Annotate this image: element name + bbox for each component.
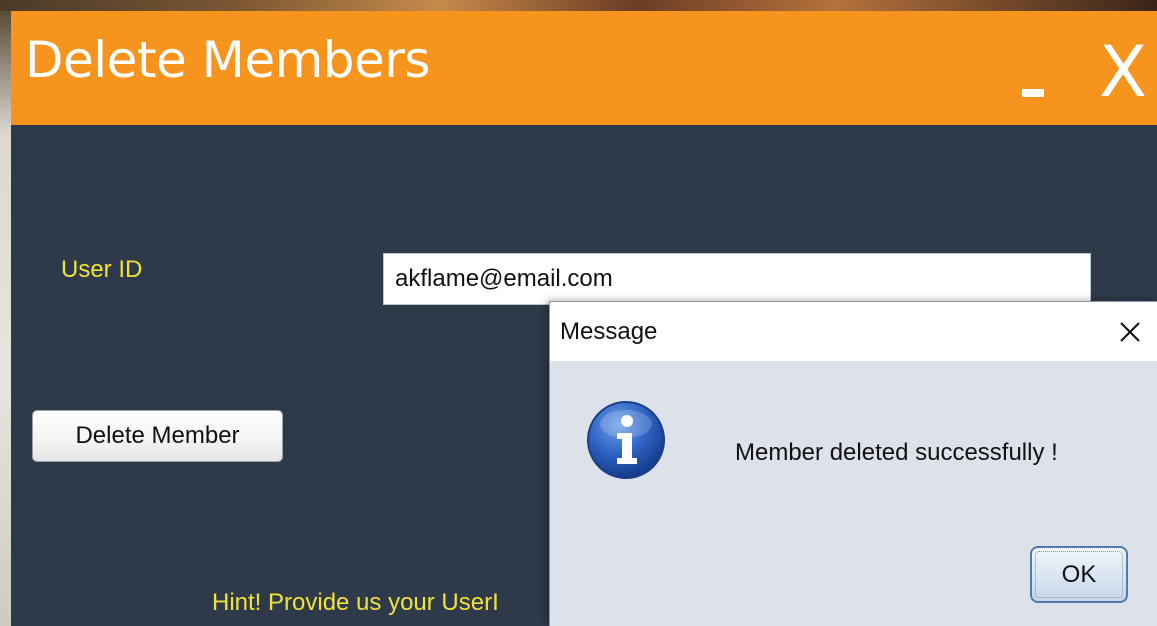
delete-member-button-label: Delete Member [75, 422, 240, 449]
minimize-icon[interactable] [1022, 89, 1044, 97]
dialog-close-icon[interactable] [1115, 317, 1145, 347]
ok-button-label: OK [1061, 560, 1097, 588]
background-image-strip [0, 0, 1157, 11]
close-icon[interactable]: X [1099, 37, 1147, 107]
window-title-bar[interactable]: Delete Members X [11, 11, 1157, 125]
window-title: Delete Members [25, 31, 430, 89]
ok-button[interactable]: OK [1030, 546, 1128, 603]
hint-text: Hint! Provide us your UserI [212, 589, 499, 616]
info-icon [587, 401, 665, 479]
dialog-title-bar[interactable]: Message [550, 302, 1157, 361]
dialog-message: Member deleted successfully ! [735, 439, 1058, 466]
background-window-edge [0, 11, 11, 626]
message-dialog: Message Member deleted successfully ! OK [549, 301, 1157, 626]
dialog-title: Message [560, 318, 658, 345]
delete-member-button[interactable]: Delete Member [32, 410, 283, 462]
user-id-input[interactable]: akflame@email.com [383, 253, 1091, 305]
user-id-label: User ID [61, 256, 143, 283]
